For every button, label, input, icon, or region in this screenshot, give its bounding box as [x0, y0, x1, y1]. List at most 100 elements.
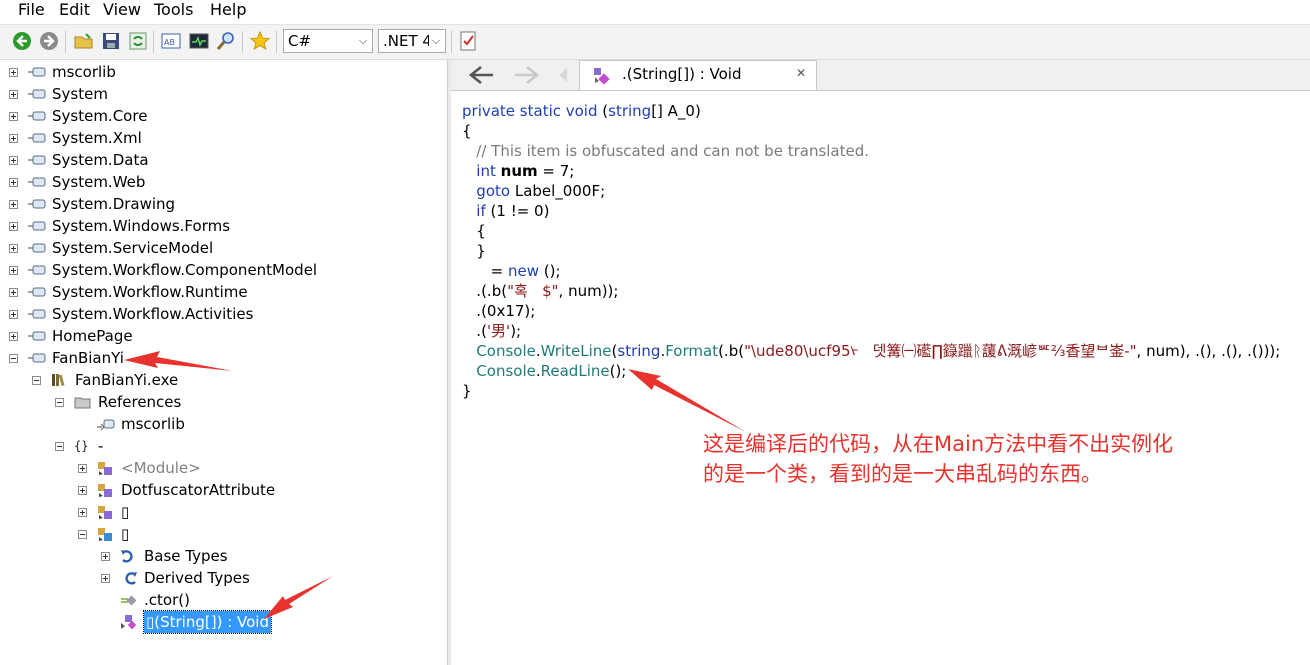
expand-icon[interactable]	[9, 90, 18, 99]
menu-tools[interactable]: Tools	[154, 0, 193, 22]
refresh-icon[interactable]	[127, 30, 149, 52]
tree-node-label: DotfuscatorAttribute	[121, 481, 276, 499]
expand-icon[interactable]	[9, 288, 18, 297]
tree-node-label: System.ServiceModel	[52, 239, 214, 257]
tree-assembly[interactable]: System.Drawing	[0, 193, 447, 215]
assembly-icon	[28, 221, 46, 231]
tree-node-label: mscorlib	[121, 415, 185, 433]
code-view[interactable]: private static void (string[] A_0){ // T…	[462, 101, 1302, 401]
text-view-icon[interactable]: AB	[160, 30, 182, 52]
favorite-icon[interactable]	[249, 30, 271, 52]
expand-icon[interactable]	[9, 222, 18, 231]
nav-history-icon[interactable]	[555, 66, 571, 84]
tree-type[interactable]: ▯	[0, 523, 447, 545]
open-icon[interactable]	[73, 30, 95, 52]
language-value: C#	[288, 32, 312, 50]
tree-assembly[interactable]: System.Windows.Forms	[0, 215, 447, 237]
assembly-tree[interactable]: mscorlib System System.Core System.Xml Syste…	[0, 60, 447, 665]
tree-assembly[interactable]: System.ServiceModel	[0, 237, 447, 259]
console-icon[interactable]	[188, 30, 210, 52]
language-select[interactable]: C# ⌵	[283, 29, 373, 53]
tree-assembly[interactable]: System.Xml	[0, 127, 447, 149]
tree-assembly[interactable]: System.Workflow.Runtime	[0, 281, 447, 303]
expand-icon[interactable]	[9, 200, 18, 209]
close-icon[interactable]: ✕	[796, 66, 806, 80]
code-line: .(.b("혹 $", num));	[462, 281, 618, 301]
panel-splitter[interactable]	[447, 60, 451, 665]
expand-icon[interactable]	[9, 68, 18, 77]
tree-constructor[interactable]: .ctor()	[0, 589, 447, 611]
collapse-icon[interactable]	[55, 398, 64, 407]
tree-assembly[interactable]: HomePage	[0, 325, 447, 347]
chevron-down-icon: ⌵	[431, 34, 441, 47]
expand-icon[interactable]	[9, 266, 18, 275]
search-icon[interactable]	[215, 30, 237, 52]
base-types-icon	[121, 550, 133, 563]
tree-namespace[interactable]: {} -	[0, 435, 447, 457]
expand-icon[interactable]	[9, 134, 18, 143]
expand-icon[interactable]	[78, 508, 87, 517]
analyze-icon[interactable]	[457, 30, 479, 52]
tree-derived-types[interactable]: Derived Types	[0, 567, 447, 589]
code-token: (1 != 0)	[490, 202, 550, 220]
class-icon	[98, 506, 112, 519]
expand-icon[interactable]	[9, 332, 18, 341]
collapse-icon[interactable]	[9, 354, 18, 363]
collapse-icon[interactable]	[55, 442, 64, 451]
back-icon[interactable]	[11, 30, 33, 52]
code-line: }	[462, 241, 486, 261]
code-token: new	[507, 262, 544, 280]
expand-icon[interactable]	[101, 552, 110, 561]
expand-icon[interactable]	[78, 464, 87, 473]
collapse-icon[interactable]	[78, 530, 87, 539]
code-token: =	[462, 262, 508, 280]
code-line: int num = 7;	[462, 161, 574, 181]
collapse-icon[interactable]	[32, 376, 41, 385]
assembly-icon	[28, 331, 46, 341]
save-icon[interactable]	[100, 30, 122, 52]
code-token: {	[462, 122, 472, 140]
assembly-icon	[28, 67, 46, 77]
expand-icon[interactable]	[9, 178, 18, 187]
tree-type[interactable]: DotfuscatorAttribute	[0, 479, 447, 501]
tree-assembly[interactable]: System.Web	[0, 171, 447, 193]
code-line: {	[462, 121, 472, 141]
tree-module[interactable]: FanBianYi.exe	[0, 369, 447, 391]
tree-assembly[interactable]: System.Workflow.Activities	[0, 303, 447, 325]
menu-view[interactable]: View	[103, 0, 141, 22]
code-line: // This item is obfuscated and can not b…	[462, 141, 869, 161]
tree-references[interactable]: References	[0, 391, 447, 413]
tree-assembly[interactable]: FanBianYi	[0, 347, 447, 369]
tree-assembly[interactable]: System.Workflow.ComponentModel	[0, 259, 447, 281]
code-line: = new ();	[462, 261, 561, 281]
forward-icon[interactable]	[38, 30, 60, 52]
expand-icon[interactable]	[9, 244, 18, 253]
expand-icon[interactable]	[9, 156, 18, 165]
expand-icon[interactable]	[9, 112, 18, 121]
tab-method[interactable]: .(String[]) : Void ✕	[579, 60, 817, 90]
nav-back-icon[interactable]	[465, 64, 497, 86]
framework-select[interactable]: .NET 4 ⌵	[378, 29, 446, 53]
expand-icon[interactable]	[78, 486, 87, 495]
expand-icon[interactable]	[9, 310, 18, 319]
annotation-line-2: 的是一个类，看到的是一大串乱码的东西。	[703, 462, 1102, 486]
tree-type[interactable]: <Module>	[0, 457, 447, 479]
tab-strip: .(String[]) : Void ✕	[451, 60, 1310, 91]
expand-icon[interactable]	[101, 574, 110, 583]
tree-node-label: <Module>	[121, 459, 201, 477]
tree-type[interactable]: ▯	[0, 501, 447, 523]
menu-edit[interactable]: Edit	[59, 0, 90, 22]
tree-selected-method[interactable]: ▯(String[]) : Void	[0, 610, 447, 634]
code-token: Format	[665, 342, 719, 360]
code-line: Console.WriteLine(string.Format(.b("\ude…	[462, 341, 1280, 361]
tree-assembly[interactable]: System	[0, 83, 447, 105]
tree-assembly[interactable]: System.Data	[0, 149, 447, 171]
tree-node-label: ▯	[121, 503, 130, 521]
tree-base-types[interactable]: Base Types	[0, 545, 447, 567]
tree-assembly[interactable]: System.Core	[0, 105, 447, 127]
nav-forward-icon[interactable]	[511, 64, 543, 86]
menu-help[interactable]: Help	[210, 0, 246, 22]
tree-assembly[interactable]: mscorlib	[0, 61, 447, 83]
tree-reference-item[interactable]: mscorlib	[0, 413, 447, 435]
menu-file[interactable]: File	[18, 0, 45, 22]
